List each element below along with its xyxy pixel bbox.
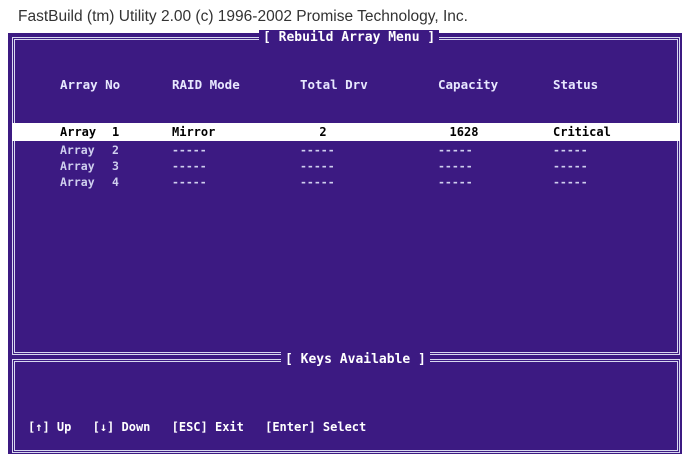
- status-value: -----: [553, 143, 588, 157]
- array-label: Array: [60, 175, 95, 189]
- array-row-2[interactable]: Array 2 ----- ----- ----- -----: [8, 142, 682, 158]
- array-number: 1: [112, 125, 120, 139]
- array-row-3[interactable]: Array 3 ----- ----- ----- -----: [8, 158, 682, 174]
- col-capacity: Capacity: [438, 77, 499, 92]
- window-title: FastBuild (tm) Utility 2.00 (c) 1996-200…: [0, 0, 682, 34]
- raid-mode-value: Mirror: [172, 125, 216, 139]
- total-drv-value: 2: [319, 125, 327, 139]
- total-drv-value: -----: [300, 175, 335, 189]
- col-array-no: Array No: [60, 77, 121, 92]
- keys-panel: [ Keys Available ]: [12, 352, 680, 453]
- array-label: Array: [60, 125, 97, 139]
- array-label: Array: [60, 159, 95, 173]
- capacity-value: -----: [438, 159, 473, 173]
- array-row-1[interactable]: Array 1 Mirror 2 1628 Critical: [12, 123, 680, 141]
- capacity-value: -----: [438, 143, 473, 157]
- status-value: -----: [553, 175, 588, 189]
- array-row-4[interactable]: Array 4 ----- ----- ----- -----: [8, 174, 682, 190]
- array-label: Array: [60, 143, 95, 157]
- raid-mode-value: -----: [172, 175, 207, 189]
- total-drv-value: -----: [300, 143, 335, 157]
- status-value: -----: [553, 159, 588, 173]
- bios-screen: [ Rebuild Array Menu ] Array No RAID Mod…: [8, 30, 682, 454]
- raid-mode-value: -----: [172, 143, 207, 157]
- raid-mode-value: -----: [172, 159, 207, 173]
- key-hints: [↑] Up [↓] Down [ESC] Exit [Enter] Selec…: [28, 419, 380, 435]
- col-raid-mode: RAID Mode: [172, 77, 240, 92]
- key-down[interactable]: [↓] Down: [93, 420, 151, 434]
- table-header: Array No RAID Mode Total Drv Capacity St…: [8, 76, 682, 94]
- capacity-value: -----: [438, 175, 473, 189]
- key-up[interactable]: [↑] Up: [28, 420, 71, 434]
- col-status: Status: [553, 77, 599, 92]
- status-value: Critical: [553, 125, 611, 139]
- array-number: 3: [112, 159, 119, 173]
- key-select[interactable]: [Enter] Select: [265, 420, 366, 434]
- total-drv-value: -----: [300, 159, 335, 173]
- col-total-drv: Total Drv: [300, 77, 368, 92]
- key-exit[interactable]: [ESC] Exit: [172, 420, 244, 434]
- capacity-value: 1628: [449, 125, 479, 139]
- panel-title: [ Rebuild Array Menu ]: [259, 30, 440, 46]
- keys-panel-title: [ Keys Available ]: [281, 352, 430, 368]
- array-number: 2: [112, 143, 119, 157]
- array-number: 4: [112, 175, 119, 189]
